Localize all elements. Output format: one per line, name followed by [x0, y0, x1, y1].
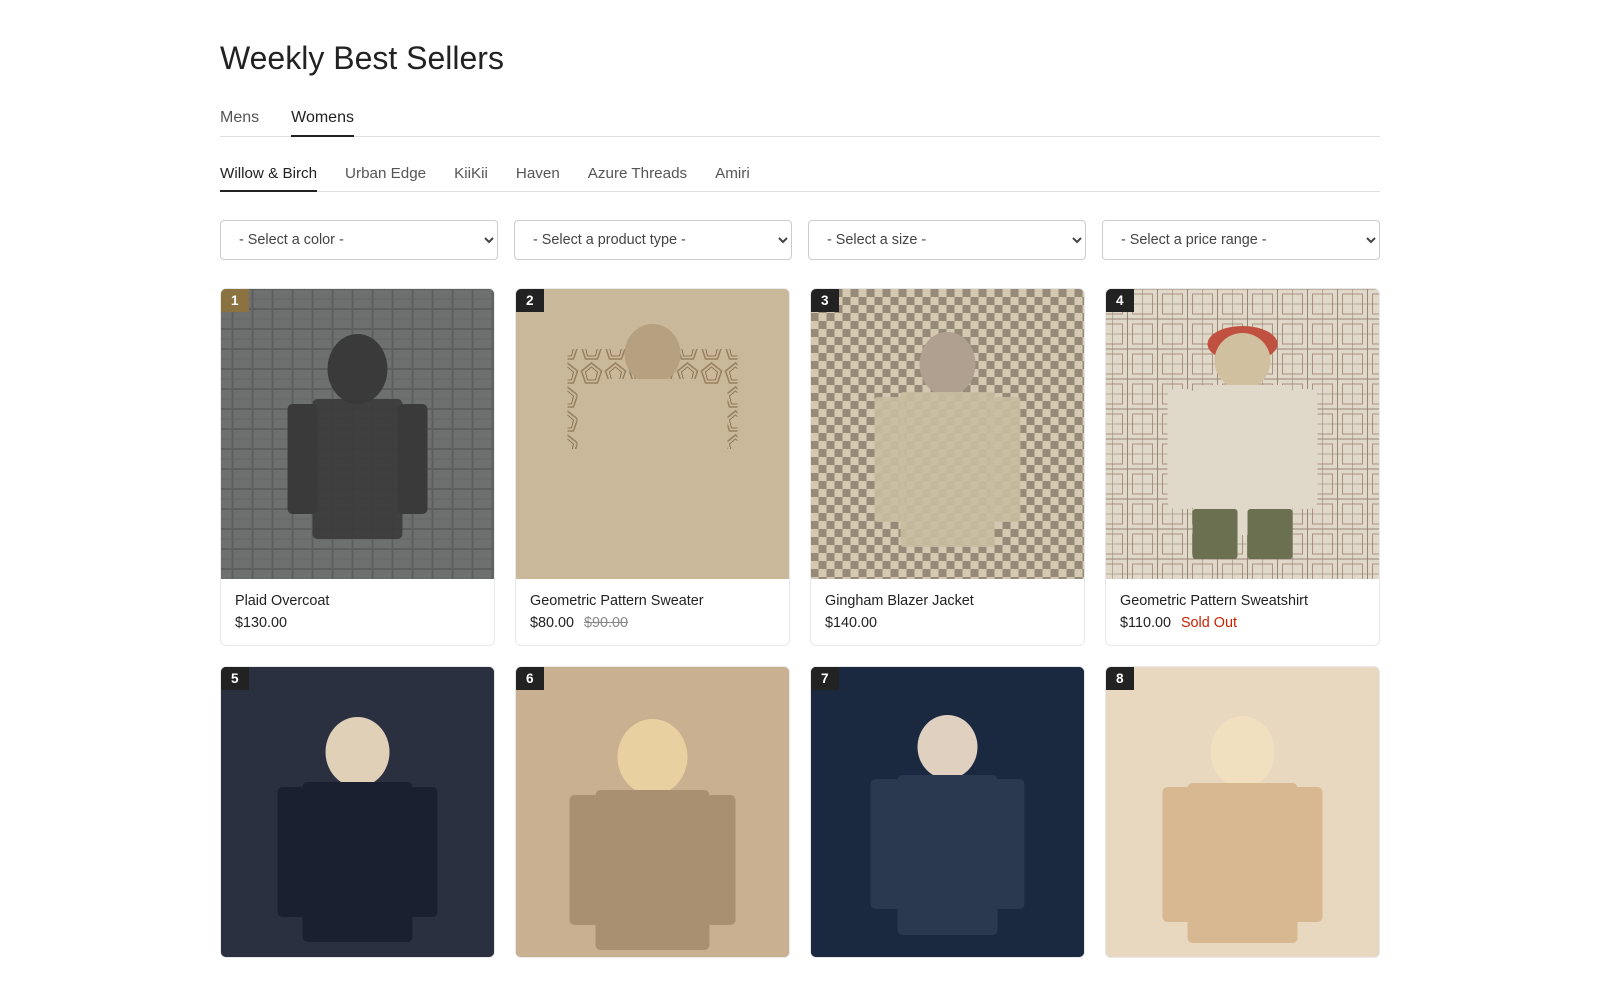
rank-badge-1: 1: [221, 289, 249, 312]
product-info-4: Geometric Pattern Sweatshirt $110.00 Sol…: [1106, 579, 1379, 645]
product-image-5: 5: [221, 667, 494, 957]
tab-willow-birch[interactable]: Willow & Birch: [220, 165, 317, 192]
product-photo-7: [811, 667, 1084, 957]
sold-out-badge-4: Sold Out: [1181, 615, 1237, 631]
product-info-2: Geometric Pattern Sweater $80.00 $90.00: [516, 579, 789, 645]
product-card-2[interactable]: 2: [515, 288, 790, 646]
product-name-2: Geometric Pattern Sweater: [530, 593, 775, 609]
product-card-8[interactable]: 8: [1105, 666, 1380, 958]
product-name-3: Gingham Blazer Jacket: [825, 593, 1070, 609]
color-filter[interactable]: - Select a color - Black White Blue Red …: [220, 220, 498, 260]
rank-badge-7: 7: [811, 667, 839, 690]
product-name-4: Geometric Pattern Sweatshirt: [1120, 593, 1365, 609]
product-photo-5: [221, 667, 494, 957]
product-image-2: 2: [516, 289, 789, 579]
page-container: Weekly Best Sellers Mens Womens Willow &…: [200, 0, 1400, 998]
product-card-7[interactable]: 7: [810, 666, 1085, 958]
price-current-3: $140.00: [825, 615, 877, 631]
products-grid: 1: [220, 288, 1380, 958]
product-price-4: $110.00 Sold Out: [1120, 615, 1365, 631]
filters-bar: - Select a color - Black White Blue Red …: [220, 220, 1380, 260]
product-card-3[interactable]: 3: [810, 288, 1085, 646]
rank-badge-3: 3: [811, 289, 839, 312]
brand-tabs: Willow & Birch Urban Edge KiiKii Haven A…: [220, 165, 1380, 192]
tab-mens[interactable]: Mens: [220, 109, 259, 137]
rank-badge-4: 4: [1106, 289, 1134, 312]
product-type-filter[interactable]: - Select a product type - Jacket Sweater…: [514, 220, 792, 260]
price-current-2: $80.00: [530, 615, 574, 631]
rank-badge-8: 8: [1106, 667, 1134, 690]
product-info-1: Plaid Overcoat $130.00: [221, 579, 494, 645]
tab-amiri[interactable]: Amiri: [715, 165, 750, 192]
product-image-6: 6: [516, 667, 789, 957]
page-title: Weekly Best Sellers: [220, 40, 1380, 77]
product-image-1: 1: [221, 289, 494, 579]
product-photo-3: [811, 289, 1084, 579]
tab-kiikii[interactable]: KiiKii: [454, 165, 488, 192]
product-card-4[interactable]: 4: [1105, 288, 1380, 646]
tab-azure-threads[interactable]: Azure Threads: [588, 165, 687, 192]
tab-haven[interactable]: Haven: [516, 165, 560, 192]
product-name-1: Plaid Overcoat: [235, 593, 480, 609]
price-current-1: $130.00: [235, 615, 287, 631]
tab-urban-edge[interactable]: Urban Edge: [345, 165, 426, 192]
product-image-3: 3: [811, 289, 1084, 579]
product-photo-6: [516, 667, 789, 957]
product-info-3: Gingham Blazer Jacket $140.00: [811, 579, 1084, 645]
rank-badge-2: 2: [516, 289, 544, 312]
gender-tabs: Mens Womens: [220, 109, 1380, 137]
product-photo-2: [516, 289, 789, 579]
product-card-1[interactable]: 1: [220, 288, 495, 646]
product-image-8: 8: [1106, 667, 1379, 957]
price-range-filter[interactable]: - Select a price range - Under $50 $50-$…: [1102, 220, 1380, 260]
product-image-4: 4: [1106, 289, 1379, 579]
product-price-1: $130.00: [235, 615, 480, 631]
product-price-3: $140.00: [825, 615, 1070, 631]
product-photo-8: [1106, 667, 1379, 957]
rank-badge-6: 6: [516, 667, 544, 690]
product-price-2: $80.00 $90.00: [530, 615, 775, 631]
price-original-2: $90.00: [584, 615, 628, 631]
product-card-5[interactable]: 5: [220, 666, 495, 958]
product-card-6[interactable]: 6: [515, 666, 790, 958]
product-image-7: 7: [811, 667, 1084, 957]
product-photo-1: [221, 289, 494, 579]
price-current-4: $110.00: [1120, 615, 1171, 631]
tab-womens[interactable]: Womens: [291, 109, 354, 137]
product-photo-4: [1106, 289, 1379, 579]
rank-badge-5: 5: [221, 667, 249, 690]
size-filter[interactable]: - Select a size - XS S M L XL XXL: [808, 220, 1086, 260]
